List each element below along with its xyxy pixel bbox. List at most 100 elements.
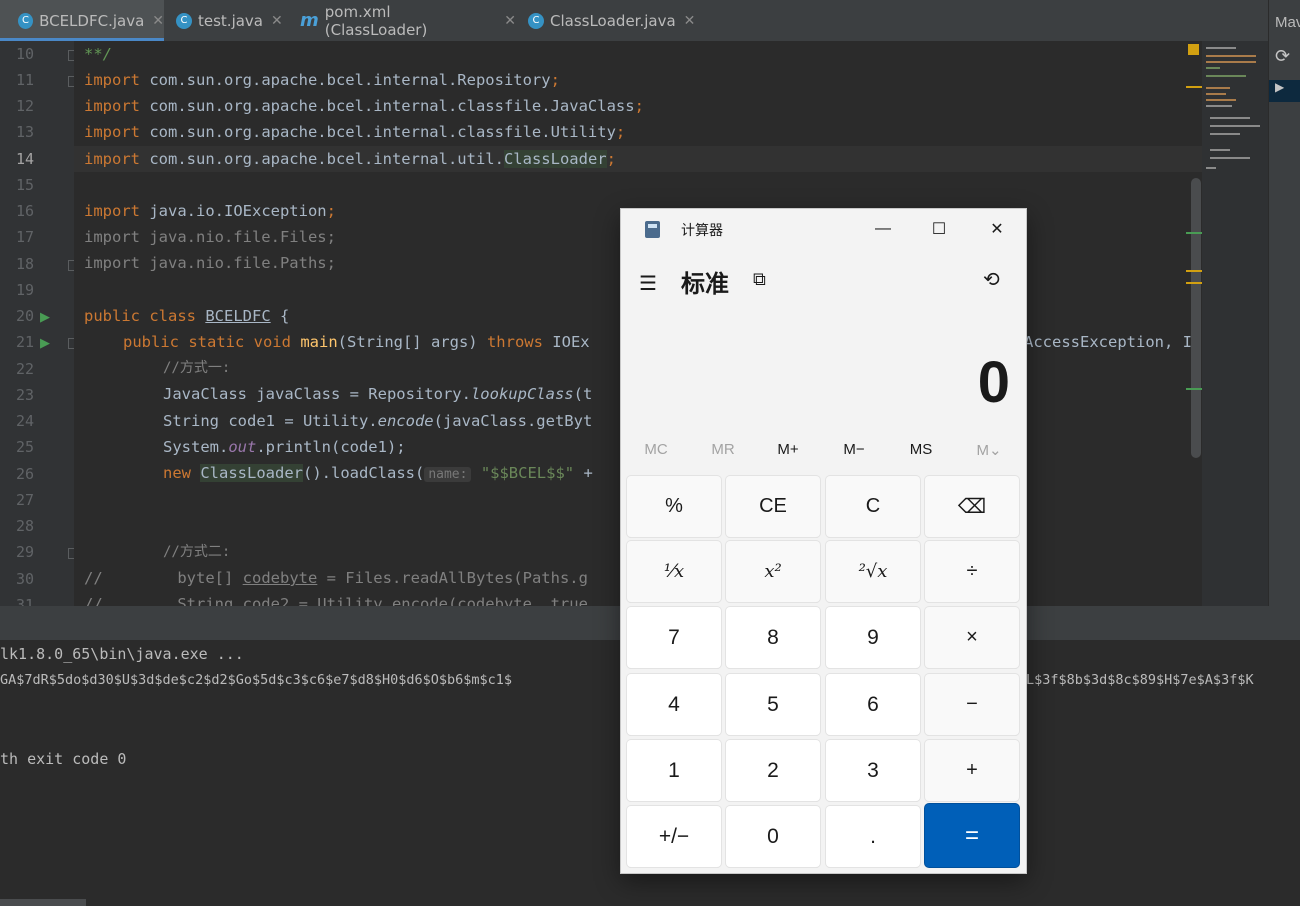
calculator-mode-title: 标准	[681, 270, 729, 298]
keep-on-top-icon[interactable]: ⧉	[753, 269, 766, 290]
digit-5-button[interactable]: 5	[726, 674, 820, 735]
code-line-tail: AccessException, I	[1024, 333, 1192, 351]
tab-classloader[interactable]: C ClassLoader.java ✕	[518, 0, 700, 41]
code-line: import com.sun.org.apache.bcel.internal.…	[84, 71, 560, 89]
code-line: // byte[] codebyte = Files.readAllBytes(…	[84, 569, 588, 587]
memory-list-button[interactable]: M⌄	[958, 441, 1020, 459]
memory-clear-button[interactable]: MC	[625, 441, 687, 458]
java-class-icon: C	[528, 12, 544, 29]
memory-store-button[interactable]: MS	[890, 441, 952, 458]
square-button[interactable]: x²	[726, 541, 820, 602]
add-button[interactable]: +	[925, 740, 1019, 801]
marker-stripe	[1186, 86, 1202, 88]
close-icon[interactable]: ✕	[504, 13, 516, 29]
tab-bceldfc[interactable]: C BCELDFC.java ✕	[0, 0, 164, 41]
line-number: 16	[15, 202, 34, 220]
line-number: 20	[15, 307, 34, 325]
calculator-display: 0	[977, 350, 1010, 415]
maximize-icon[interactable]: ☐	[919, 215, 959, 243]
decimal-button[interactable]: .	[826, 806, 920, 867]
digit-4-button[interactable]: 4	[627, 674, 721, 735]
tab-pom[interactable]: m pom.xml (ClassLoader) ✕	[292, 0, 516, 41]
close-icon[interactable]: ✕	[684, 13, 696, 29]
maven-panel-title[interactable]: Mav	[1275, 14, 1300, 31]
digit-9-button[interactable]: 9	[826, 607, 920, 668]
line-number: 12	[15, 97, 34, 115]
line-number: 11	[15, 71, 34, 89]
reciprocal-button[interactable]: ¹⁄x	[627, 541, 721, 602]
line-number: 15	[15, 176, 34, 194]
calculator-window: 计算器 — ☐ ✕ ☰ 标准 ⧉ ⟲ 0 MC MR M+ M− MS M⌄ %…	[621, 209, 1026, 873]
divide-button[interactable]: ÷	[925, 541, 1019, 602]
line-number: 26	[15, 465, 34, 483]
multiply-button[interactable]: ×	[925, 607, 1019, 668]
run-gutter-icon[interactable]: ▶	[40, 309, 50, 325]
tab-test[interactable]: C test.java ✕	[166, 0, 292, 41]
line-number: 17	[15, 228, 34, 246]
line-number-gutter: 10 11 12 13 14 15 16 17 18 19 20 21 22 2…	[0, 41, 79, 614]
java-class-icon: C	[18, 12, 34, 29]
marker-stripe	[1186, 232, 1202, 234]
line-number: 29	[15, 543, 34, 561]
digit-3-button[interactable]: 3	[826, 740, 920, 801]
code-line: JavaClass javaClass = Repository.lookupC…	[163, 385, 593, 403]
digit-1-button[interactable]: 1	[627, 740, 721, 801]
close-icon[interactable]: ✕	[271, 13, 283, 29]
line-number: 23	[15, 386, 34, 404]
code-line: import java.nio.file.Files;	[84, 228, 336, 246]
line-number: 18	[15, 255, 34, 273]
code-comment: //方式二:	[163, 544, 231, 560]
code-line: // String code2 = Utility.encode(codebyt…	[84, 595, 588, 606]
line-number: 19	[15, 281, 34, 299]
calculator-app-icon	[645, 221, 660, 238]
sync-icon[interactable]: ⟳	[1275, 46, 1290, 67]
console-line: lk1.8.0_65\bin\java.exe ...	[0, 645, 244, 663]
code-minimap[interactable]	[1202, 41, 1268, 606]
history-icon[interactable]: ⟲	[983, 267, 1005, 291]
console-line: L$3f$8b$3d$8c$89$H$7e$A$3f$K	[1026, 672, 1254, 688]
hamburger-menu-icon[interactable]: ☰	[639, 271, 657, 296]
close-icon[interactable]: ✕	[977, 215, 1017, 243]
run-gutter-icon[interactable]: ▶	[40, 335, 50, 351]
code-comment: //方式一:	[163, 360, 231, 376]
square-root-button[interactable]: ²√x	[826, 541, 920, 602]
line-number: 10	[15, 45, 34, 63]
line-number: 28	[15, 517, 34, 535]
equals-button[interactable]: =	[925, 804, 1019, 867]
marker-stripe	[1186, 270, 1202, 272]
memory-subtract-button[interactable]: M−	[823, 441, 885, 458]
negate-button[interactable]: +/−	[627, 806, 721, 867]
marker-stripe	[1186, 282, 1202, 284]
clear-button[interactable]: C	[826, 476, 920, 537]
memory-recall-button[interactable]: MR	[692, 441, 754, 458]
code-line: System.out.println(code1);	[163, 438, 406, 456]
console-line: GA$7dR$5do$d30$U$3d$de$c2$d2$Go$5d$c3$c6…	[0, 672, 513, 688]
code-line: import com.sun.org.apache.bcel.internal.…	[84, 150, 616, 168]
close-icon[interactable]: ✕	[152, 13, 164, 29]
code-line: public class BCELDFC {	[84, 307, 290, 325]
line-number: 14	[15, 150, 34, 168]
clear-entry-button[interactable]: CE	[726, 476, 820, 537]
digit-6-button[interactable]: 6	[826, 674, 920, 735]
java-class-icon: C	[176, 12, 192, 29]
minimize-icon[interactable]: —	[863, 215, 903, 243]
digit-0-button[interactable]: 0	[726, 806, 820, 867]
percent-button[interactable]: %	[627, 476, 721, 537]
tab-label: BCELDFC.java	[39, 11, 145, 30]
code-line: new ClassLoader().loadClass(name: "$$BCE…	[163, 464, 593, 482]
memory-add-button[interactable]: M+	[757, 441, 819, 458]
calculator-titlebar[interactable]: 计算器 — ☐ ✕	[621, 209, 1026, 249]
warning-indicator-icon[interactable]	[1188, 44, 1199, 55]
code-line: public static void main(String[] args) t…	[123, 333, 590, 351]
subtract-button[interactable]: −	[925, 674, 1019, 735]
digit-2-button[interactable]: 2	[726, 740, 820, 801]
digit-8-button[interactable]: 8	[726, 607, 820, 668]
console-scrollbar[interactable]	[0, 899, 86, 906]
tab-label: ClassLoader.java	[550, 11, 676, 30]
code-line: String code1 = Utility.encode(javaClass.…	[163, 412, 593, 430]
backspace-button[interactable]: ⌫	[925, 476, 1019, 537]
run-item[interactable]: ▶	[1269, 80, 1300, 102]
editor-scrollbar[interactable]	[1191, 178, 1201, 458]
code-line: import java.io.IOException;	[84, 202, 336, 220]
digit-7-button[interactable]: 7	[627, 607, 721, 668]
